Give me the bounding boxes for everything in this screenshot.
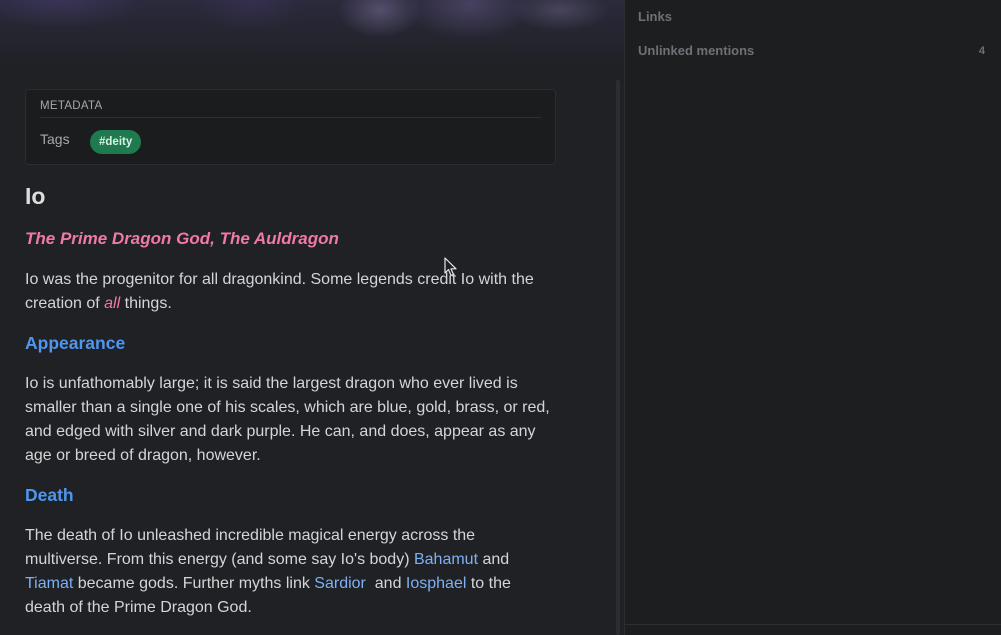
intro-paragraph: Io was the progenitor for all dragonkind…: [25, 268, 565, 316]
appearance-paragraph: Io is unfathomably large; it is said the…: [25, 375, 550, 464]
death-paragraph: The death of Io unleashed incredible mag…: [25, 524, 545, 620]
app-window: METADATA Tags #deity Io The Prime Dragon…: [0, 0, 1001, 635]
intro-text-1: Io was the progenitor for all dragonkind…: [25, 271, 534, 312]
link-sardior[interactable]: Sardior: [314, 575, 366, 592]
death-text-4: and: [365, 575, 406, 592]
banner-image: [0, 0, 624, 80]
right-sidebar: Links Unlinked mentions 4: [624, 0, 1001, 635]
link-tiamat[interactable]: Tiamat: [25, 575, 73, 592]
intro-text-2: things.: [120, 295, 172, 312]
death-text-1: The death of Io unleashed incredible mag…: [25, 527, 476, 568]
metadata-tags-key: Tags: [40, 131, 70, 147]
intro-emphasis: all: [104, 295, 121, 312]
unlinked-mentions-count: 4: [978, 45, 985, 57]
tag-deity[interactable]: #deity: [90, 130, 142, 154]
metadata-panel: METADATA Tags #deity: [25, 89, 556, 165]
note-scrollbar[interactable]: [616, 80, 620, 635]
unlinked-mentions-header[interactable]: Unlinked mentions: [638, 43, 754, 58]
death-text-3: became gods. Further myths link: [73, 575, 315, 592]
heading-appearance: Appearance: [25, 333, 126, 353]
note-subtitle: The Prime Dragon God, The Auldragon: [25, 229, 339, 248]
death-text-2: and: [478, 551, 510, 568]
metadata-heading: METADATA: [40, 100, 103, 112]
link-bahamut[interactable]: Bahamut: [414, 551, 478, 568]
note-title: Io: [25, 183, 46, 209]
heading-death: Death: [25, 485, 74, 505]
note-pane: METADATA Tags #deity Io The Prime Dragon…: [0, 0, 624, 635]
link-iosphael[interactable]: Iosphael: [406, 575, 467, 592]
links-section-header[interactable]: Links: [638, 9, 672, 24]
metadata-divider: [40, 117, 541, 118]
mouse-cursor-icon: [444, 257, 457, 277]
sidebar-divider: [625, 624, 1001, 625]
